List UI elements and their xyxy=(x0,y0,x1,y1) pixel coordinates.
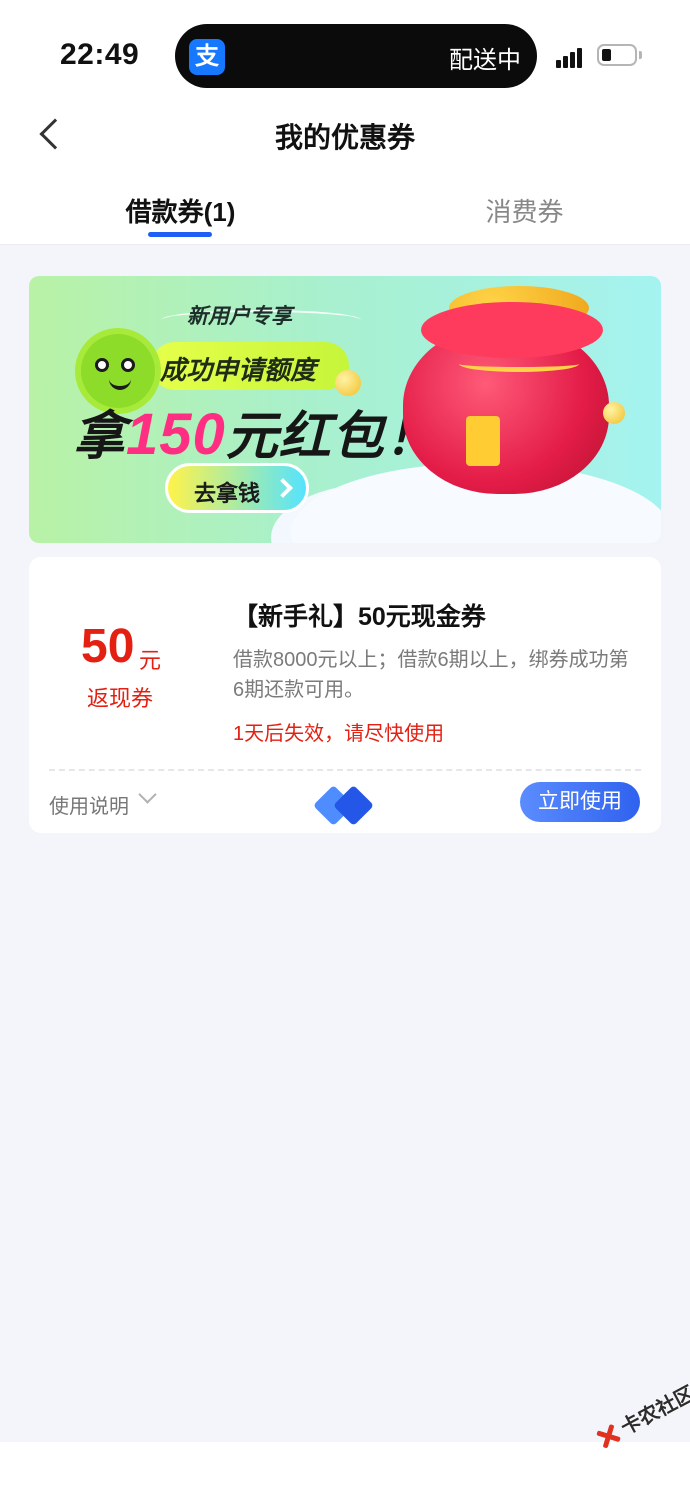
watermark-text: 卡农社区 xyxy=(617,1382,690,1440)
banner-headline: 成功申请额度 xyxy=(160,355,317,385)
live-activity-text: 配送中 xyxy=(449,47,521,74)
active-tab-indicator xyxy=(148,232,212,237)
coupon-description: 借款8000元以上；借款6期以上，绑券成功第6期还款可用。 xyxy=(233,649,629,701)
get-money-label: 去拿钱 xyxy=(194,481,261,506)
arrow-right-icon xyxy=(273,478,293,498)
battery-icon xyxy=(597,44,637,66)
coupon-title: 【新手礼】50元现金券 xyxy=(233,603,486,631)
use-now-button[interactable]: 立即使用 xyxy=(520,782,640,822)
signal-icon xyxy=(556,46,588,68)
coupon-amount-unit: 元 xyxy=(139,648,162,673)
banner-tag: 新用户专享 xyxy=(187,305,292,328)
money-bag-tag xyxy=(466,416,500,466)
coupon-tabs: 借款券(1) 消费券 xyxy=(0,170,690,245)
navigation-bar: 我的优惠券 xyxy=(0,100,690,170)
banner-prize-prefix: 拿 xyxy=(73,408,127,466)
tab-loan-coupons[interactable]: 借款券(1) xyxy=(8,192,353,229)
chevron-down-icon[interactable] xyxy=(138,785,157,804)
money-bag-rope xyxy=(459,356,579,372)
status-bar: 22:49 支 配送中 xyxy=(0,0,690,100)
battery-cap-icon xyxy=(639,51,642,59)
coupon-amount: 50 xyxy=(81,620,135,673)
bottom-safe-area xyxy=(0,1442,690,1500)
coin-icon xyxy=(335,370,361,396)
tab-consumption-coupons[interactable]: 消费券 xyxy=(352,192,690,229)
coupon-card: 50 元 返现券 【新手礼】50元现金券 借款8000元以上；借款6期以上，绑券… xyxy=(29,557,661,833)
page-title: 我的优惠券 xyxy=(274,122,415,153)
money-bag-neck xyxy=(421,302,603,358)
brand-logo-icon xyxy=(312,784,377,827)
coupon-type: 返现券 xyxy=(87,686,154,711)
banner-prize-amount: 150 xyxy=(126,402,226,467)
promo-banner[interactable]: 新用户专享 成功申请额度 拿150元红包！ 去拿钱 xyxy=(29,276,661,543)
coupon-expiry: 1天后失效，请尽快使用 xyxy=(233,723,445,745)
status-time: 22:49 xyxy=(60,38,140,71)
get-money-button[interactable]: 去拿钱 xyxy=(165,463,309,513)
alipay-app-icon: 支 xyxy=(189,39,225,75)
banner-prize: 拿150元红包！ xyxy=(73,394,438,469)
usage-instructions-toggle[interactable]: 使用说明 xyxy=(49,790,129,819)
dynamic-island[interactable]: 支 配送中 xyxy=(175,24,537,88)
coin-icon xyxy=(603,402,625,424)
dashed-divider xyxy=(49,769,641,771)
